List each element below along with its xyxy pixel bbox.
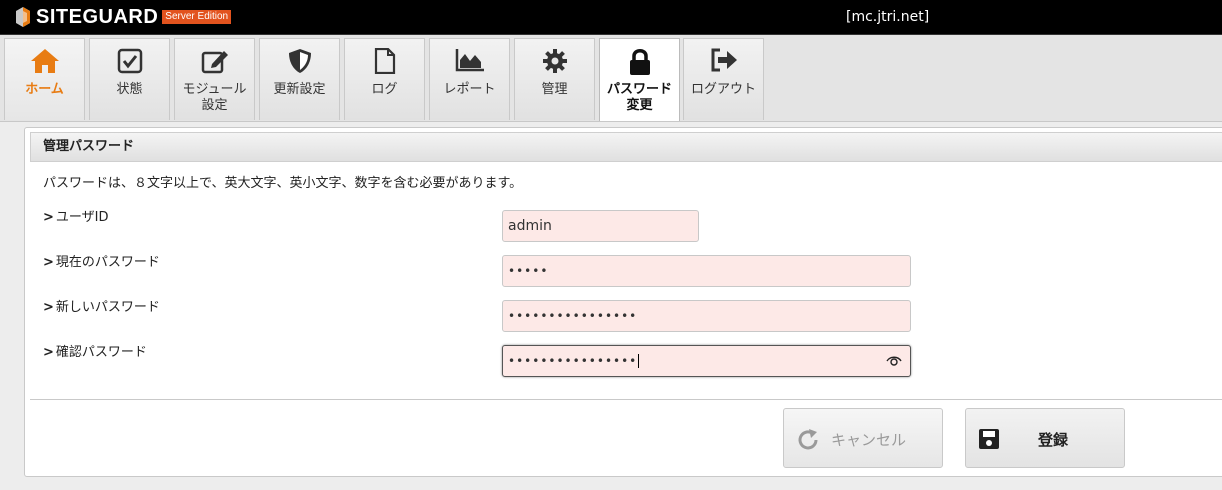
logo: SITEGUARD Server Edition <box>16 6 232 28</box>
confirm-password-value: •••••••••••••••• <box>508 354 638 368</box>
tab-label: パスワード 変更 <box>606 82 672 113</box>
host-name: [mc.jtri.net] <box>846 9 930 25</box>
password-requirement-text: パスワードは、８文字以上で、英大文字、英小文字、数字を含む必要があります。 <box>43 176 523 191</box>
logo-mark-icon <box>16 7 30 27</box>
tab-label: ホーム <box>25 82 64 97</box>
save-button-label: 登録 <box>1038 431 1069 449</box>
tab-logout[interactable]: ログアウト <box>683 38 764 120</box>
tab-bar: ホーム 状態 モジュール 設定 更新設定 ログ レポート 管理 パスワード 変更… <box>0 35 1222 122</box>
document-icon <box>345 47 424 78</box>
chevron-right-icon: > <box>43 300 54 315</box>
chevron-right-icon: > <box>43 210 54 225</box>
tab-label: 管理 <box>541 82 568 97</box>
password-panel: 管理パスワード パスワードは、８文字以上で、英大文字、英小文字、数字を含む必要が… <box>24 127 1222 477</box>
chevron-right-icon: > <box>43 345 54 360</box>
gear-icon <box>515 48 594 78</box>
confirm-password-field[interactable]: •••••••••••••••• <box>502 345 911 377</box>
checkbox-icon <box>90 48 169 78</box>
current-password-field[interactable]: ••••• <box>502 255 911 287</box>
show-password-eye-icon[interactable] <box>886 355 902 367</box>
edition-badge: Server Edition <box>162 10 232 24</box>
user-id-field[interactable]: admin <box>502 210 699 242</box>
tab-label: レポート <box>443 82 496 97</box>
confirm-password-label: > 確認パスワード <box>43 345 147 360</box>
tab-label: ログアウト <box>690 82 756 97</box>
panel-title: 管理パスワード <box>30 132 1222 162</box>
tab-password-change[interactable]: パスワード 変更 <box>599 38 680 121</box>
tab-home[interactable]: ホーム <box>4 38 85 120</box>
tab-label: ログ <box>371 82 398 97</box>
save-icon <box>979 429 999 449</box>
logo-text: SITEGUARD <box>36 6 159 28</box>
tab-label: 更新設定 <box>273 82 326 97</box>
edit-icon <box>175 48 254 78</box>
text-cursor <box>638 354 640 368</box>
top-bar: SITEGUARD Server Edition [mc.jtri.net] <box>0 0 1222 35</box>
save-button[interactable]: 登録 <box>965 408 1125 468</box>
tab-label: 状態 <box>116 82 143 97</box>
tab-update-settings[interactable]: 更新設定 <box>259 38 340 120</box>
tab-report[interactable]: レポート <box>429 38 510 120</box>
logout-icon <box>684 48 763 78</box>
shield-icon <box>260 48 339 78</box>
tab-label: モジュール 設定 <box>182 82 247 113</box>
cancel-button[interactable]: キャンセル <box>783 408 943 468</box>
cancel-button-label: キャンセル <box>831 431 907 449</box>
new-password-label: > 新しいパスワード <box>43 300 160 315</box>
tab-status[interactable]: 状態 <box>89 38 170 120</box>
user-id-label: > ユーザID <box>43 210 109 225</box>
tab-management[interactable]: 管理 <box>514 38 595 120</box>
home-icon <box>5 48 84 78</box>
current-password-label: > 現在のパスワード <box>43 255 160 270</box>
chevron-right-icon: > <box>43 255 54 270</box>
chart-icon <box>430 48 509 78</box>
refresh-icon <box>798 429 818 450</box>
divider <box>30 399 1222 400</box>
lock-icon <box>600 48 679 78</box>
tab-log[interactable]: ログ <box>344 38 425 120</box>
tab-module-settings[interactable]: モジュール 設定 <box>174 38 255 120</box>
new-password-field[interactable]: •••••••••••••••• <box>502 300 911 332</box>
